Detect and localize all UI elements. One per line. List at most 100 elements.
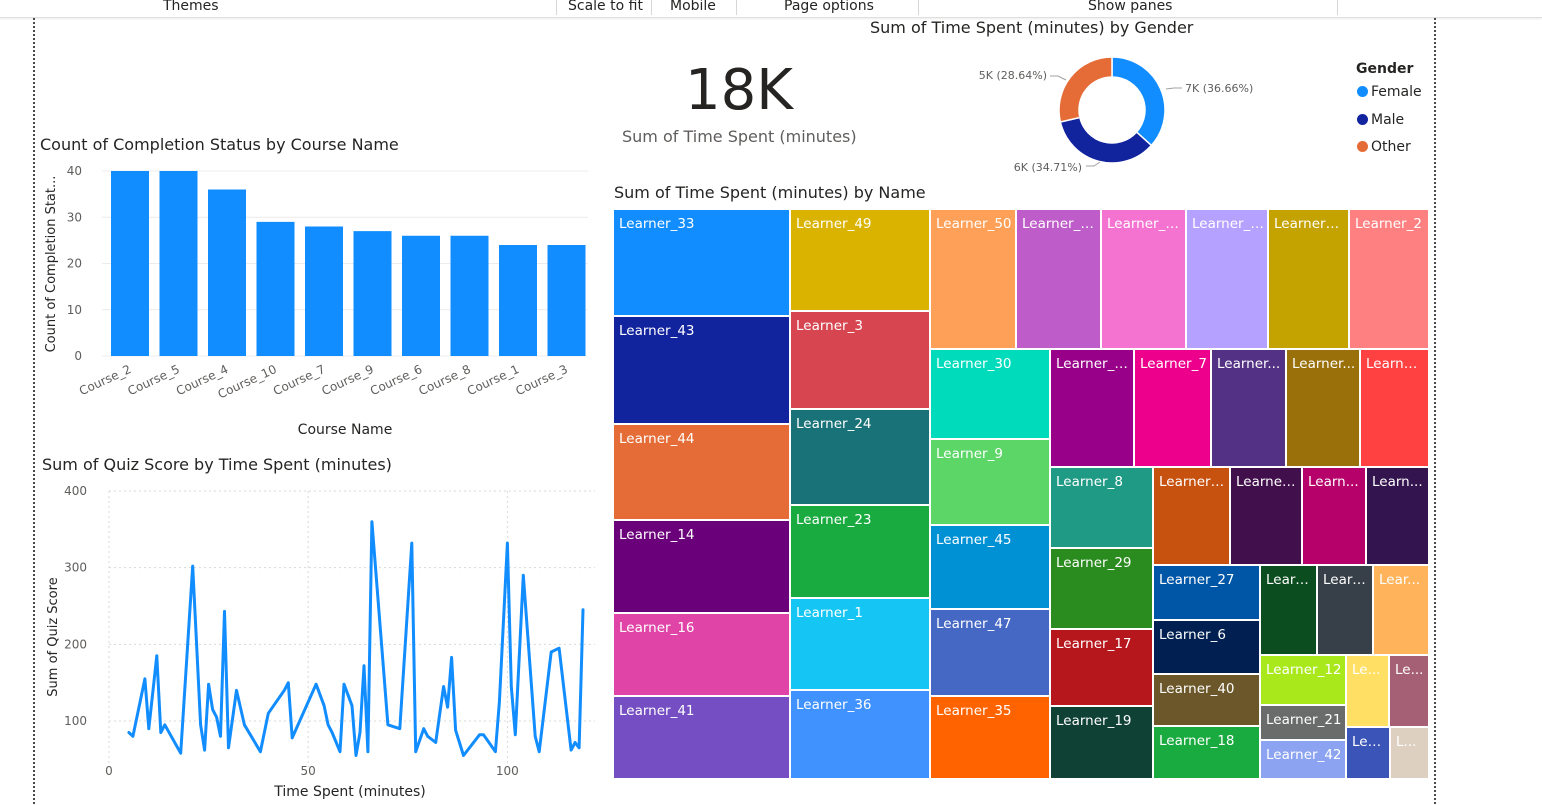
bar[interactable] (111, 171, 149, 356)
legend-label: Male (1371, 112, 1405, 128)
treemap-tile[interactable]: Learner_8 (1050, 467, 1153, 548)
show-panes-button[interactable]: Show panes (1088, 0, 1172, 14)
treemap-tile[interactable]: Learner_42 (1260, 740, 1346, 779)
treemap-tile[interactable]: Learner_39 (1101, 209, 1186, 349)
treemap-tile[interactable]: Learner_35 (930, 696, 1050, 779)
treemap-tile-label: Learner... (1217, 356, 1281, 372)
treemap-tile-label: Learner_43 (619, 323, 695, 339)
treemap-tile[interactable]: Learner... (1230, 467, 1302, 565)
treemap-tile[interactable]: Learner_... (1153, 467, 1230, 565)
y-tick-label: 100 (64, 714, 87, 728)
treemap: Learner_33 Learner_43 Learner_44 Learner_14… (613, 209, 1429, 779)
treemap-tile[interactable]: Learner_43 (613, 316, 790, 424)
treemap-tile[interactable]: Learner_19 (1050, 706, 1153, 779)
treemap-tile[interactable]: Learner_25 (1186, 209, 1268, 349)
treemap-tile[interactable]: Learner_47 (930, 609, 1050, 696)
y-tick-label: 20 (67, 257, 82, 271)
x-tick-label: 50 (301, 764, 316, 778)
treemap-tile-label: Learner_8 (1056, 474, 1123, 490)
bar[interactable] (159, 171, 198, 356)
treemap-tile-label: Learner_25 (1192, 216, 1264, 232)
treemap-tile-label: Learner_45 (936, 532, 1012, 548)
treemap-tile-label: Learner_12 (1266, 662, 1342, 678)
treemap-tile[interactable]: Learner_24 (790, 409, 930, 505)
treemap-tile[interactable]: Learner_18 (1153, 726, 1260, 779)
treemap-tile[interactable]: Learn... (1317, 565, 1373, 655)
treemap-tile[interactable]: Learner... (1211, 349, 1286, 467)
treemap-tile[interactable]: L... (1390, 727, 1429, 779)
page-options-button[interactable]: Page options (784, 0, 874, 14)
treemap-tile[interactable]: Learn... (1366, 467, 1429, 565)
donut-chart[interactable]: 7K (36.66%) 6K (34.71%) 5K (28.64%) (960, 40, 1280, 190)
treemap-tile-label: Learner_17 (1056, 636, 1132, 652)
bar-chart[interactable]: 010203040Course_2Course_5Course_4Course_… (35, 160, 615, 450)
treemap-tile[interactable]: Learner_44 (613, 424, 790, 520)
donut-chart-title: Sum of Time Spent (minutes) by Gender (870, 18, 1194, 37)
treemap-tile[interactable]: Learn... (1302, 467, 1366, 565)
donut-slice[interactable] (1111, 56, 1166, 147)
treemap-tile[interactable]: Learner... (1286, 349, 1360, 467)
bar[interactable] (547, 245, 586, 356)
treemap-tile[interactable]: Learn... (1260, 565, 1317, 655)
legend-label: Female (1371, 84, 1422, 100)
x-tick-label: Course_1 (465, 362, 521, 398)
treemap-tile[interactable]: Learner_9 (930, 439, 1050, 525)
bar[interactable] (256, 221, 295, 356)
treemap-tile[interactable]: Learner_41 (613, 696, 790, 779)
treemap-tile[interactable]: Learner_27 (1153, 565, 1260, 620)
treemap-tile[interactable]: Le... (1389, 655, 1429, 727)
treemap-tile[interactable]: Learner_1 (790, 598, 930, 690)
treemap-tile[interactable]: Learner_49 (790, 209, 930, 311)
treemap-tile[interactable]: Learner_3 (790, 311, 930, 409)
x-tick-label: Course_6 (368, 362, 424, 398)
donut-slice[interactable] (1059, 116, 1153, 164)
scale-to-fit-button[interactable]: Scale to fit (568, 0, 643, 14)
treemap-tile[interactable]: Lea... (1346, 727, 1390, 779)
bar[interactable] (450, 235, 489, 356)
treemap-tile[interactable]: Learner... (1360, 349, 1429, 467)
legend-item-other[interactable]: Other (1357, 139, 1411, 155)
bar[interactable] (305, 226, 343, 357)
treemap-tile[interactable]: Learner_17 (1050, 629, 1153, 706)
treemap-tile[interactable]: Learner_33 (613, 209, 790, 316)
y-tick-label: 30 (67, 210, 82, 224)
line-series[interactable] (127, 520, 585, 757)
bar[interactable] (208, 189, 246, 357)
treemap-tile-label: Learner_41 (619, 703, 695, 719)
treemap-tile[interactable]: Learner_28 (1268, 209, 1349, 349)
treemap-tile[interactable]: Learner_13 (1050, 349, 1134, 467)
bar[interactable] (402, 235, 440, 356)
legend-item-female[interactable]: Female (1357, 84, 1422, 100)
treemap-tile[interactable]: Learner_2 (1349, 209, 1429, 349)
treemap-tile[interactable]: Learner_10 (1016, 209, 1101, 349)
treemap-tile[interactable]: Learner_21 (1260, 705, 1346, 740)
bar[interactable] (353, 231, 392, 356)
line-chart[interactable]: 100 200 300 400 0 50 100 Time Spent (minutes) Su… (35, 475, 605, 805)
treemap-tile-label: Learner_... (1159, 474, 1226, 490)
treemap-tile[interactable]: Learner_16 (613, 613, 790, 696)
mobile-button[interactable]: Mobile (670, 0, 716, 14)
treemap-tile[interactable]: Learner_12 (1260, 655, 1346, 705)
legend-item-male[interactable]: Male (1357, 112, 1404, 128)
x-tick-label: Course_2 (77, 362, 133, 398)
treemap-tile[interactable]: Learner_30 (930, 349, 1050, 439)
treemap-tile[interactable]: Learner_29 (1050, 548, 1153, 629)
treemap-tile[interactable]: Learner_23 (790, 505, 930, 598)
treemap-tile[interactable]: Learner_36 (790, 690, 930, 779)
bar[interactable] (499, 245, 537, 356)
treemap-tile[interactable]: Learner_50 (930, 209, 1016, 349)
treemap-tile[interactable]: Le... (1346, 655, 1389, 727)
treemap-tile[interactable]: Learner_45 (930, 525, 1050, 609)
treemap-tile[interactable]: Lear... (1373, 565, 1429, 655)
treemap-tile-label: Learner_19 (1056, 713, 1132, 729)
treemap-tile-label: Learner_39 (1107, 216, 1182, 232)
donut-data-label: 5K (28.64%) (979, 69, 1047, 82)
treemap-tile[interactable]: Learner_6 (1153, 620, 1260, 674)
themes-button[interactable]: Themes (163, 0, 219, 14)
treemap-tile-label: Learner_7 (1140, 356, 1207, 372)
treemap-tile[interactable]: Learner_14 (613, 520, 790, 613)
treemap-tile[interactable]: Learner_40 (1153, 674, 1260, 726)
x-axis-label: Course Name (298, 422, 393, 438)
treemap-tile[interactable]: Learner_7 (1134, 349, 1211, 467)
donut-slice[interactable] (1058, 56, 1113, 123)
